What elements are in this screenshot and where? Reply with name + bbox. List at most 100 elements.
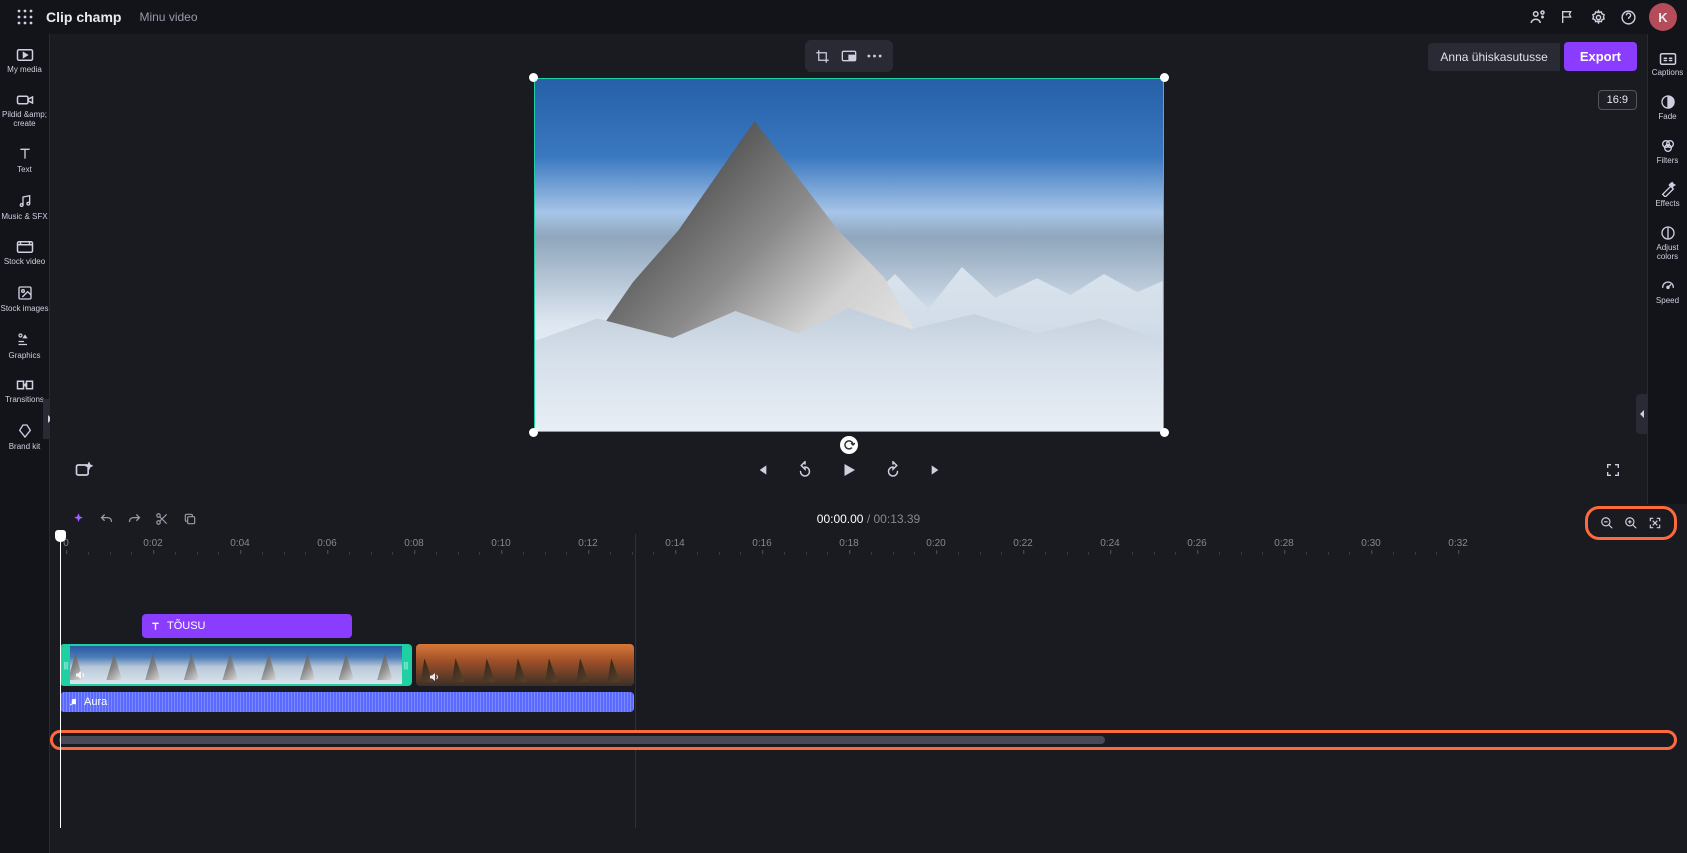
current-time: 00:00.00 [817, 512, 864, 526]
redo-icon[interactable] [122, 507, 146, 531]
sidebar-item-adjust-colors[interactable]: Adjust colors [1648, 217, 1687, 270]
resize-handle-tr[interactable] [1160, 73, 1169, 82]
sidebar-item-label: My media [7, 66, 42, 75]
left-rail: My media Pildid &amp; create Text Music … [0, 34, 50, 853]
timeline-scrollbar[interactable] [50, 730, 1677, 750]
aspect-ratio-badge[interactable]: 16:9 [1598, 90, 1637, 110]
timeline-divider [635, 534, 636, 828]
sidebar-item-effects[interactable]: Effects [1648, 173, 1687, 217]
ruler-tick: 0:06 [317, 538, 336, 549]
duplicate-icon[interactable] [178, 507, 202, 531]
clip-audio[interactable]: Aura [60, 692, 634, 712]
sidebar-item-my-media[interactable]: My media [0, 40, 49, 85]
ruler-tick: 0:12 [578, 538, 597, 549]
clip-video-selected[interactable]: || || [60, 644, 412, 686]
clip-video[interactable] [416, 644, 634, 686]
sidebar-item-transitions[interactable]: Transitions [0, 370, 49, 415]
ruler-tick: 0:08 [404, 538, 423, 549]
sidebar-item-captions[interactable]: Captions [1648, 44, 1687, 86]
resize-handle-bl[interactable] [529, 428, 538, 437]
ruler-tick: 0:20 [926, 538, 945, 549]
step-back-icon[interactable] [791, 456, 819, 484]
ruler-tick: 0:04 [230, 538, 249, 549]
more-icon[interactable] [863, 44, 887, 68]
sidebar-item-stock-video[interactable]: Stock video [0, 232, 49, 277]
clip-audio-label: Aura [84, 696, 107, 708]
resize-handle-br[interactable] [1160, 428, 1169, 437]
ruler-tick: 0:22 [1013, 538, 1032, 549]
playhead[interactable] [60, 530, 61, 828]
ruler-tick: 0:14 [665, 538, 684, 549]
undo-icon[interactable] [94, 507, 118, 531]
timeline-zoom-controls [1585, 506, 1677, 540]
sidebar-item-text[interactable]: Text [0, 138, 49, 185]
top-bar: Clip champ Minu video K [0, 0, 1687, 34]
preview-frame[interactable] [534, 78, 1164, 432]
sidebar-item-label: Pildid &amp; create [0, 111, 49, 129]
brand-title: Clip champ [46, 9, 121, 25]
sidebar-item-stock-images[interactable]: Stock images [0, 277, 49, 324]
sidebar-item-brand-kit[interactable]: Brand kit [0, 415, 49, 462]
ruler-tick: 0:10 [491, 538, 510, 549]
flag-icon[interactable] [1553, 2, 1583, 32]
ruler-tick: 0:16 [752, 538, 771, 549]
crop-icon[interactable] [811, 44, 835, 68]
playback-controls [50, 456, 1647, 484]
clip-trim-right[interactable]: || [402, 646, 410, 684]
zoom-in-icon[interactable] [1620, 513, 1642, 533]
sidebar-item-label: Stock images [0, 305, 48, 314]
sidebar-item-music[interactable]: Music & SFX [0, 185, 49, 232]
scrollbar-thumb[interactable] [59, 736, 1105, 744]
step-forward-icon[interactable] [879, 456, 907, 484]
stage-top-bar: Anna ühiskasutusse Export [50, 34, 1647, 78]
clip-trim-left[interactable]: || [62, 646, 70, 684]
fullscreen-icon[interactable] [1599, 456, 1627, 484]
skip-end-icon[interactable] [923, 456, 951, 484]
sidebar-item-label: Music & SFX [1, 213, 47, 222]
pip-icon[interactable] [837, 44, 861, 68]
export-button[interactable]: Export [1564, 42, 1637, 71]
help-icon[interactable] [1613, 2, 1643, 32]
volume-icon[interactable] [74, 669, 86, 681]
sidebar-item-filters[interactable]: Filters [1648, 130, 1687, 174]
sidebar-item-graphics[interactable]: Graphics [0, 324, 49, 371]
sidebar-item-label: Adjust colors [1648, 244, 1687, 262]
sidebar-item-fade[interactable]: Fade [1648, 86, 1687, 130]
zoom-fit-icon[interactable] [1644, 513, 1666, 533]
skip-start-icon[interactable] [747, 456, 775, 484]
share-button[interactable]: Anna ühiskasutusse [1428, 43, 1559, 71]
sidebar-item-speed[interactable]: Speed [1648, 270, 1687, 314]
app-launcher-icon[interactable] [10, 2, 40, 32]
clip-text[interactable]: TÕUSU [142, 614, 352, 638]
avatar[interactable]: K [1649, 3, 1677, 31]
timecode: 00:00.00 / 00:13.39 [817, 512, 920, 526]
timeline-ruler[interactable]: 00:020:040:060:080:100:120:140:160:180:2… [60, 538, 1677, 558]
rotate-handle-icon[interactable] [840, 436, 858, 454]
play-icon[interactable] [835, 456, 863, 484]
magic-select-icon[interactable] [66, 507, 90, 531]
total-duration: 00:13.39 [874, 512, 921, 526]
collaborate-icon[interactable] [1523, 2, 1553, 32]
volume-icon[interactable] [428, 671, 440, 683]
sidebar-item-label: Stock video [4, 258, 45, 267]
timeline-toolbar: 00:00.00 / 00:13.39 [50, 504, 1687, 534]
sidebar-item-label: Speed [1656, 297, 1679, 306]
right-rail: Captions Fade Filters Effects Adjust col… [1647, 34, 1687, 504]
ruler-tick: 0:30 [1361, 538, 1380, 549]
share-export-area: Anna ühiskasutusse Export [1428, 42, 1637, 71]
gear-icon[interactable] [1583, 2, 1613, 32]
right-rail-expand-icon[interactable] [1636, 394, 1648, 434]
ai-enhance-icon[interactable] [70, 456, 98, 484]
resize-handle-tl[interactable] [529, 73, 538, 82]
sidebar-item-label: Graphics [8, 352, 40, 361]
timeline: 00:00.00 / 00:13.39 00:020:040:060:080:1… [50, 504, 1687, 853]
sidebar-item-label: Text [17, 166, 32, 175]
sidebar-item-label: Captions [1652, 69, 1684, 78]
sidebar-item-label: Brand kit [9, 443, 41, 452]
project-title[interactable]: Minu video [139, 10, 197, 24]
sidebar-item-record[interactable]: Pildid &amp; create [0, 85, 49, 139]
zoom-out-icon[interactable] [1596, 513, 1618, 533]
preview-stage: Anna ühiskasutusse Export 16:9 [50, 34, 1647, 504]
split-icon[interactable] [150, 507, 174, 531]
preview-canvas[interactable] [534, 78, 1164, 432]
